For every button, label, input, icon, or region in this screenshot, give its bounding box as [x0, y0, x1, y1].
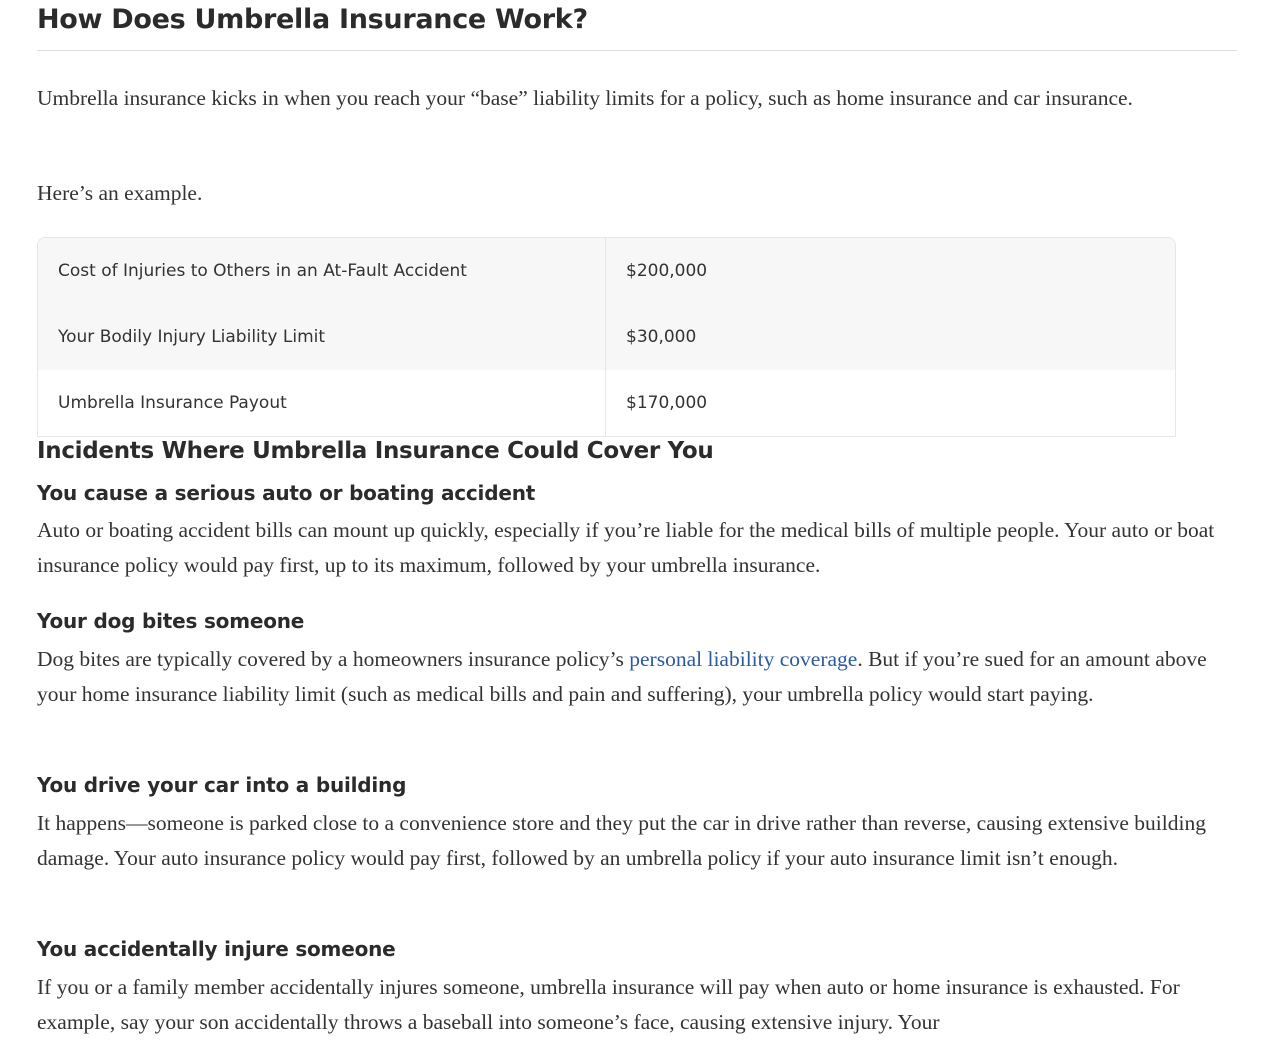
personal-liability-coverage-link[interactable]: personal liability coverage [629, 647, 857, 671]
section-title: How Does Umbrella Insurance Work? [37, 4, 588, 35]
table-cell-value: $170,000 [626, 393, 708, 413]
table-cell-label: Your Bodily Injury Liability Limit [38, 304, 606, 370]
title-divider [37, 50, 1237, 51]
table-cell-value: $30,000 [626, 327, 697, 347]
table-row: Cost of Injuries to Others in an At-Faul… [38, 238, 1175, 304]
incident-heading: You accidentally injure someone [37, 937, 396, 961]
table-row: Your Bodily Injury Liability Limit $30,0… [38, 304, 1175, 370]
article: How Does Umbrella Insurance Work? Umbrel… [37, 0, 1237, 1034]
table-row: Umbrella Insurance Payout $170,000 [38, 370, 1175, 436]
table-cell-value: $200,000 [626, 261, 708, 281]
example-lead: Here’s an example. [37, 181, 203, 205]
incident-text: It happens—someone is parked close to a … [37, 811, 1206, 870]
incident-heading: Your dog bites someone [37, 609, 305, 633]
incident-text: If you or a family member accidentally i… [37, 975, 1180, 1034]
table-cell-label: Umbrella Insurance Payout [38, 370, 606, 436]
incident-heading: You drive your car into a building [37, 773, 407, 797]
intro-paragraph: Umbrella insurance kicks in when you rea… [37, 86, 1133, 110]
incident-text: Dog bites are typically covered by a hom… [37, 642, 1227, 712]
incidents-heading: Incidents Where Umbrella Insurance Could… [37, 438, 714, 464]
incident-text-before: Dog bites are typically covered by a hom… [37, 647, 630, 671]
incident-heading: You cause a serious auto or boating acci… [37, 481, 536, 505]
table-cell-label: Cost of Injuries to Others in an At-Faul… [38, 238, 606, 304]
incident-text: Auto or boating accident bills can mount… [37, 518, 1215, 577]
example-table: Cost of Injuries to Others in an At-Faul… [37, 237, 1176, 437]
